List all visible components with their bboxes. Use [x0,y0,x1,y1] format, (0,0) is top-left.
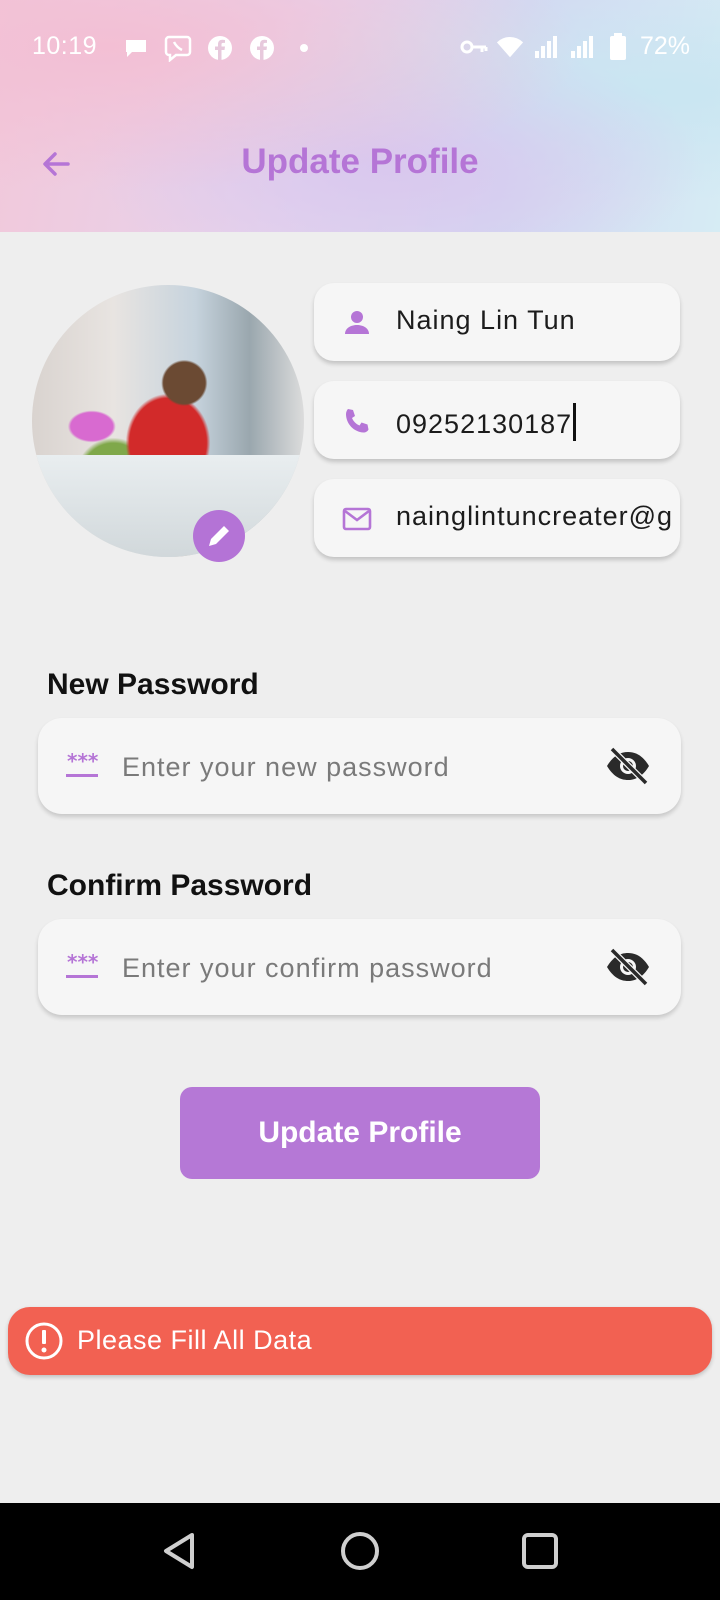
nav-home-button[interactable] [338,1529,382,1573]
new-password-input[interactable] [120,738,584,796]
signal-icon [568,33,596,61]
error-snackbar: Please Fill All Data [8,1307,712,1375]
vpn-key-icon [460,33,488,61]
person-icon [342,308,372,338]
phone-field[interactable]: 09252130187 [314,381,680,459]
email-field[interactable]: nainglintuncreater@g [314,479,680,557]
signal-icon [532,33,560,61]
snackbar-message: Please Fill All Data [77,1325,313,1355]
name-field[interactable]: Naing Lin Tun [314,283,680,361]
confirm-password-field[interactable]: *** [38,919,681,1015]
wifi-icon [496,33,524,61]
new-password-field[interactable]: *** [38,718,681,814]
visibility-off-icon[interactable] [605,746,651,786]
header-background: 10:19 72% Update Profile [0,0,720,232]
facebook-icon [206,34,234,62]
status-time: 10:19 [32,32,98,60]
mail-icon [342,504,372,534]
pencil-icon [209,526,229,546]
error-icon [24,1321,64,1361]
chat-bubble-icon [122,34,150,62]
nav-recents-button[interactable] [518,1529,562,1573]
navigation-bar [0,1503,720,1600]
battery-icon [604,32,632,61]
name-value: Naing Lin Tun [396,305,576,335]
page-title: Update Profile [241,142,479,181]
square-recents-icon [522,1533,558,1569]
status-bar: 10:19 72% [0,0,720,96]
dot-icon [290,34,318,62]
password-icon: *** [64,950,100,981]
app-bar: Update Profile [0,130,720,198]
system-icons: 72% [460,32,690,61]
visibility-off-icon[interactable] [605,947,651,987]
new-password-label: New Password [47,668,259,701]
triangle-back-icon [164,1533,194,1569]
svg-text:***: *** [67,752,99,773]
phone-icon [342,406,372,436]
nav-back-button[interactable] [158,1529,202,1573]
confirm-password-label: Confirm Password [47,869,313,902]
update-profile-button[interactable]: Update Profile [180,1087,540,1179]
viber-icon [164,34,192,62]
avatar[interactable] [32,285,304,557]
notification-icons [122,34,318,62]
svg-text:***: *** [67,953,99,974]
confirm-password-input[interactable] [120,939,584,997]
edit-avatar-button[interactable] [193,510,245,562]
facebook-icon [248,34,276,62]
password-icon: *** [64,749,100,780]
phone-value: 09252130187 [396,403,577,441]
avatar-photo-detail [32,455,304,557]
circle-home-icon [341,1532,379,1570]
text-cursor [573,403,577,441]
email-value: nainglintuncreater@g [396,501,674,531]
battery-percent: 72% [639,32,690,60]
